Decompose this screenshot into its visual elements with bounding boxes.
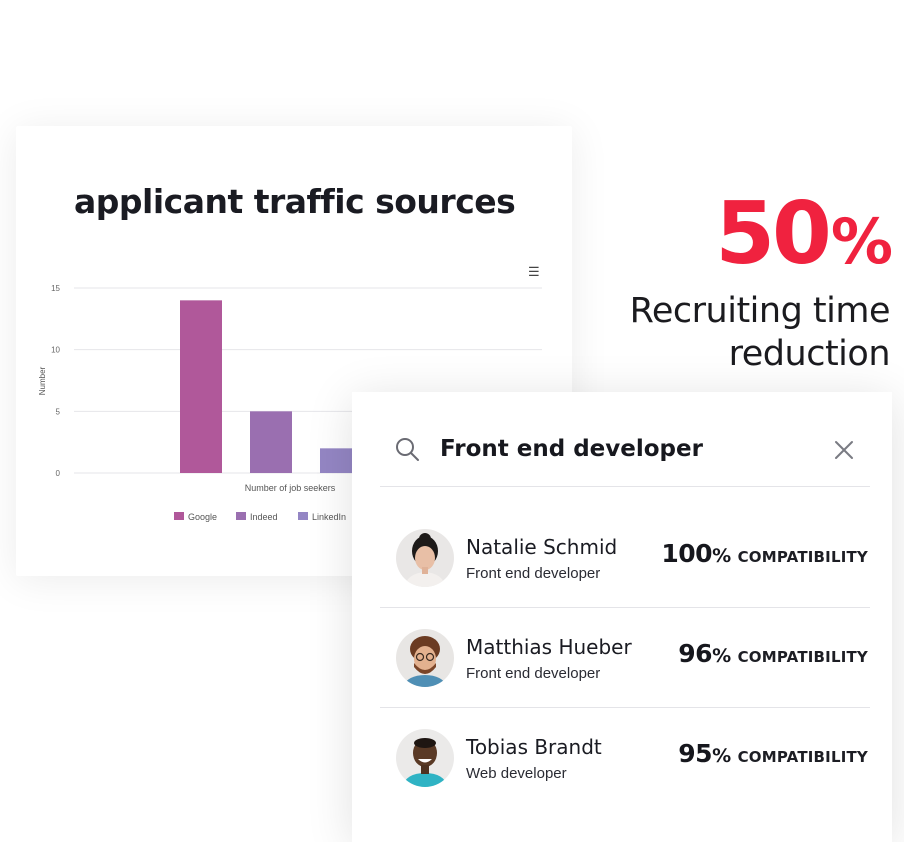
score-unit: % bbox=[712, 545, 732, 567]
score-label: COMPATIBILITY bbox=[737, 548, 868, 566]
search-icon bbox=[396, 438, 419, 461]
candidate-role: Web developer bbox=[466, 765, 567, 782]
score-value: 100 bbox=[661, 539, 713, 568]
score-unit: % bbox=[712, 745, 732, 767]
candidate-name: Matthias Hueber bbox=[466, 635, 632, 659]
legend-label-indeed: Indeed bbox=[250, 512, 278, 522]
score-label: COMPATIBILITY bbox=[737, 648, 868, 666]
legend-label-google: Google bbox=[188, 512, 217, 522]
legend-swatch bbox=[236, 512, 246, 520]
candidate-name: Natalie Schmid bbox=[466, 535, 618, 559]
candidate-search-card: Natalie Schmid Front end developer 100% … bbox=[352, 392, 892, 842]
compatibility-score: 96% COMPATIBILITY bbox=[678, 639, 868, 668]
avatar bbox=[396, 729, 454, 787]
stat-number: 50 bbox=[715, 184, 832, 284]
x-axis-label: Number of job seekers bbox=[245, 483, 336, 493]
stat-value: 50% bbox=[630, 184, 893, 290]
bar-indeed bbox=[250, 411, 292, 473]
score-value: 96 bbox=[678, 639, 713, 668]
bar-google bbox=[180, 300, 222, 473]
compatibility-score: 95% COMPATIBILITY bbox=[678, 739, 868, 768]
stat-label-line1: Recruiting time bbox=[629, 291, 891, 331]
y-tick-label: 15 bbox=[51, 284, 60, 293]
legend-swatch bbox=[174, 512, 184, 520]
candidate-name: Tobias Brandt bbox=[466, 735, 602, 759]
y-tick-label: 5 bbox=[56, 407, 61, 416]
candidate-role: Front end developer bbox=[466, 665, 601, 682]
score-value: 95 bbox=[678, 739, 713, 768]
candidate-row[interactable]: Tobias Brandt Web developer 95% COMPATIB… bbox=[380, 707, 870, 807]
avatar bbox=[396, 629, 454, 687]
legend-label-linkedin: LinkedIn bbox=[312, 512, 346, 522]
stat-label: Recruiting time reduction bbox=[629, 290, 891, 376]
search-input[interactable] bbox=[440, 432, 800, 466]
y-tick-label: 0 bbox=[56, 469, 61, 478]
y-axis-label: Number bbox=[38, 366, 47, 395]
score-unit: % bbox=[712, 645, 732, 667]
stat-block: 50% Recruiting time reduction bbox=[629, 184, 893, 376]
y-tick-label: 10 bbox=[51, 346, 60, 355]
close-icon[interactable] bbox=[832, 438, 856, 462]
avatar bbox=[396, 529, 454, 587]
hamburger-menu-icon[interactable]: ☰ bbox=[528, 265, 540, 278]
candidate-row[interactable]: Natalie Schmid Front end developer 100% … bbox=[380, 507, 870, 608]
compatibility-score: 100% COMPATIBILITY bbox=[661, 539, 868, 568]
candidate-row[interactable]: Matthias Hueber Front end developer 96% … bbox=[380, 607, 870, 708]
stat-unit: % bbox=[830, 205, 893, 278]
candidate-role: Front end developer bbox=[466, 565, 601, 582]
stat-label-line2: reduction bbox=[728, 334, 891, 374]
score-label: COMPATIBILITY bbox=[737, 748, 868, 766]
search-bar bbox=[380, 414, 870, 487]
legend-swatch bbox=[298, 512, 308, 520]
